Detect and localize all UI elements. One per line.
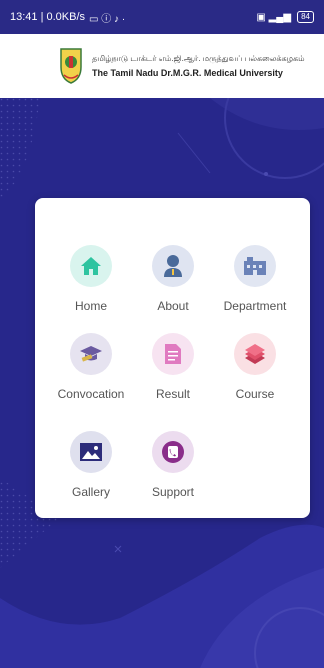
course-button[interactable]: Course (213, 333, 297, 401)
status-left: 13:41 | 0.0KB/s ▭ ⓘ ♪ · (10, 10, 125, 25)
department-button[interactable]: Department (213, 245, 297, 313)
department-label: Department (223, 299, 287, 313)
support-button[interactable]: Support (131, 431, 215, 499)
home-icon (70, 245, 112, 287)
status-right: ▣ ▂▄▆ 84 (256, 11, 314, 23)
notification-icon: ▭ ⓘ ♪ · (89, 13, 126, 25)
result-button[interactable]: Result (131, 333, 215, 401)
course-label: Course (235, 387, 275, 401)
gallery-button[interactable]: Gallery (49, 431, 133, 499)
status-bar: 13:41 | 0.0KB/s ▭ ⓘ ♪ · ▣ ▂▄▆ 84 (0, 0, 324, 34)
home-button[interactable]: Home (49, 245, 133, 313)
battery-icon: 84 (297, 11, 314, 23)
about-label: About (157, 299, 189, 313)
building-icon (234, 245, 276, 287)
header-title-tamil: தமிழ்நாடு டாக்டர் எம்.ஜி.ஆர். மருத்துவப்… (92, 54, 305, 63)
gallery-label: Gallery (71, 485, 110, 499)
menu-card: Home About Department Convocation Result… (35, 198, 310, 518)
result-label: Result (155, 387, 190, 401)
signal-icon: ▣ ▂▄▆ (256, 11, 292, 23)
person-icon (152, 245, 194, 287)
header-title-english: The Tamil Nadu Dr.M.G.R. Medical Univers… (92, 68, 283, 78)
support-label: Support (151, 485, 195, 499)
document-icon (152, 333, 194, 375)
home-label: Home (74, 299, 107, 313)
books-icon (234, 333, 276, 375)
app-header: தமிழ்நாடு டாக்டர் எம்.ஜி.ஆர். மருத்துவப்… (0, 34, 324, 98)
graduation-cap-icon (70, 333, 112, 375)
image-icon (70, 431, 112, 473)
university-logo (60, 48, 82, 84)
convocation-button[interactable]: Convocation (49, 333, 133, 401)
status-time: 13:41 | 0.0KB/s (10, 11, 86, 23)
about-button[interactable]: About (131, 245, 215, 313)
convocation-label: Convocation (57, 387, 125, 401)
phone-icon (152, 431, 194, 473)
